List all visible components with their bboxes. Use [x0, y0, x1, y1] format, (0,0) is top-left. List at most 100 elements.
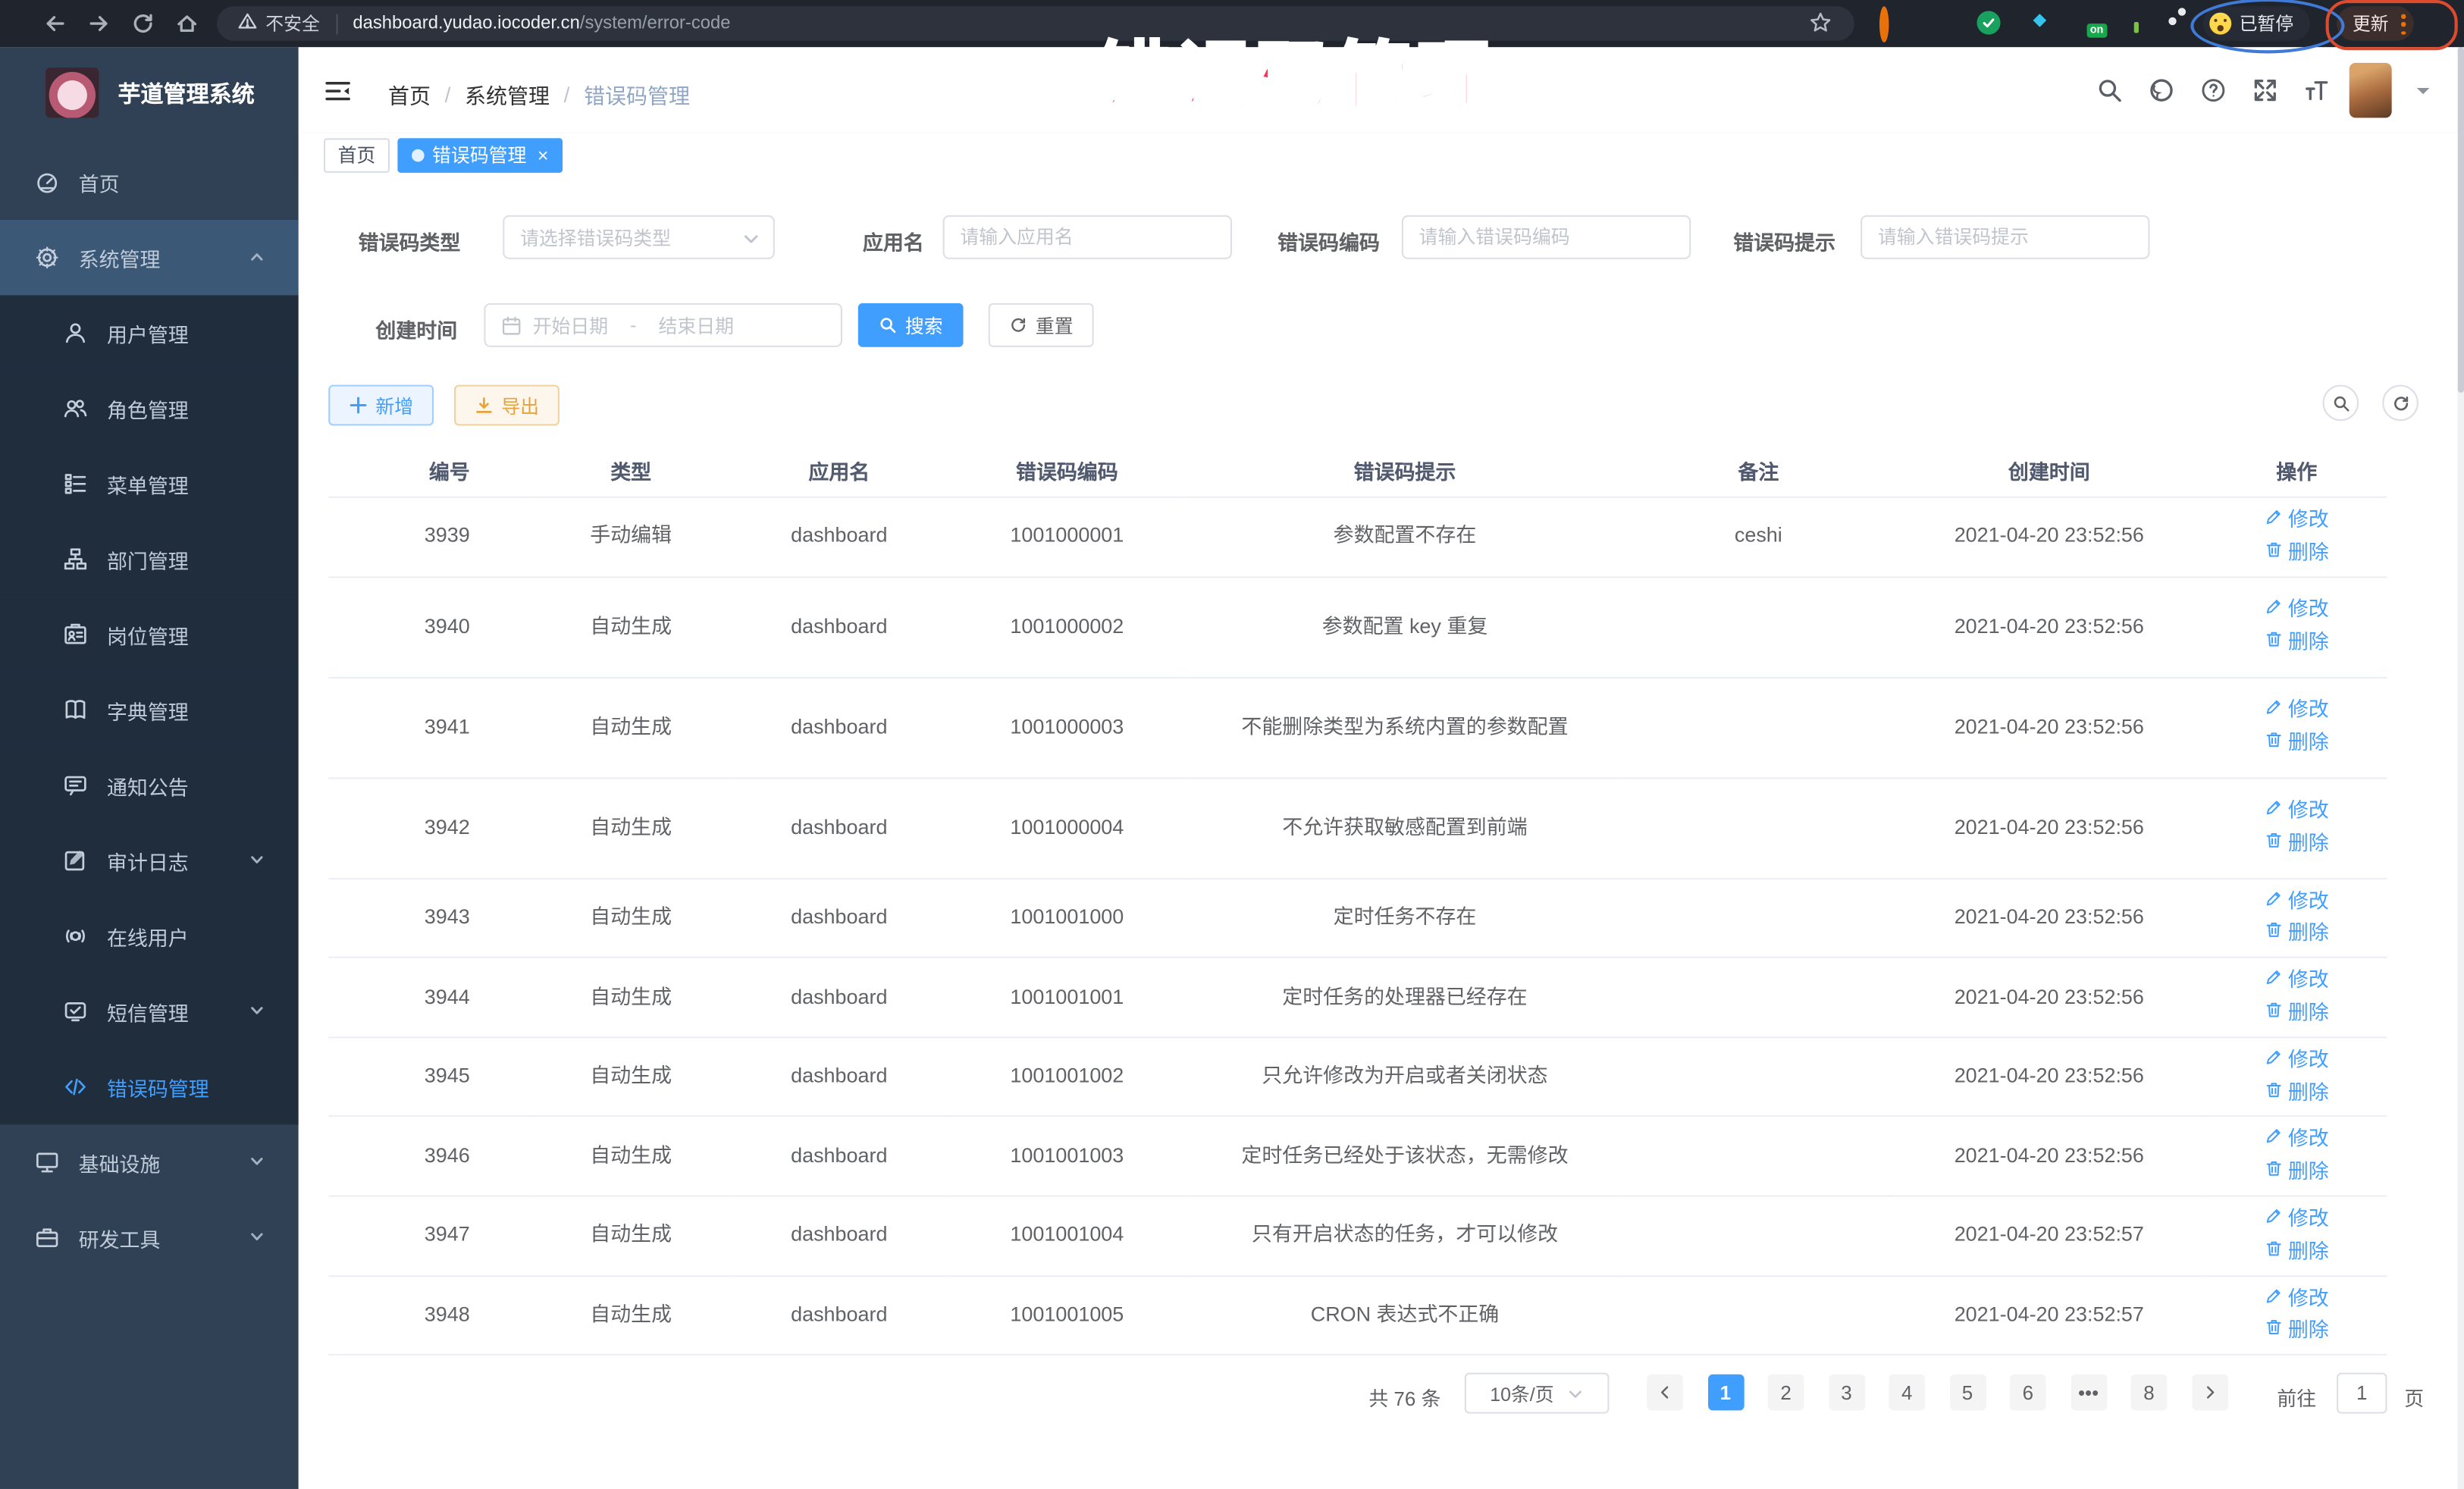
extension-puzzle-icon[interactable] [2168, 11, 2193, 36]
sidebar-item-system[interactable]: 系统管理 [0, 220, 299, 295]
edit-link[interactable]: 修改 [2265, 694, 2329, 727]
browser-reload-icon[interactable] [130, 11, 155, 36]
error-code-input[interactable] [1402, 215, 1691, 259]
sidebar-item-post[interactable]: 岗位管理 [0, 597, 299, 672]
sidebar-item-home[interactable]: 首页 [0, 145, 299, 220]
browser-home-icon[interactable] [174, 11, 199, 36]
goto-page-input[interactable] [2337, 1373, 2387, 1414]
export-button[interactable]: 导出 [454, 385, 560, 426]
security-warning[interactable]: 不安全 [237, 11, 320, 36]
sidebar-item-error-code[interactable]: 错误码管理 [0, 1049, 299, 1124]
page-size-select[interactable]: 10条/页 [1465, 1373, 1610, 1414]
browser-forward-icon[interactable] [86, 11, 111, 36]
search-button[interactable]: 搜索 [858, 303, 964, 347]
page-button-8[interactable]: 8 [2131, 1375, 2168, 1411]
delete-link[interactable]: 删除 [2265, 1236, 2329, 1268]
sidebar-toggle-icon[interactable] [324, 77, 352, 105]
sidebar-item-dict[interactable]: 字典管理 [0, 672, 299, 748]
edit-link[interactable]: 修改 [2265, 1124, 2329, 1156]
profile-paused-badge[interactable]: 已暂停 [2203, 6, 2309, 41]
github-icon[interactable] [2148, 77, 2174, 104]
extension-key-icon[interactable] [2124, 11, 2149, 36]
extension-blue-diamond-icon[interactable] [2027, 11, 2052, 36]
edit-link[interactable]: 修改 [2265, 1044, 2329, 1077]
table-row[interactable]: 3947自动生成dashboard1001001004只有开启状态的任务，才可以… [328, 1196, 2387, 1276]
bookmark-star-icon[interactable] [1809, 11, 1832, 39]
breadcrumb-home[interactable]: 首页 [388, 79, 431, 110]
delete-link[interactable]: 删除 [2265, 997, 2329, 1030]
edit-link[interactable]: 修改 [2265, 1283, 2329, 1315]
table-row[interactable]: 3941自动生成dashboard1001000003不能删除类型为系统内置的参… [328, 677, 2387, 778]
sidebar-item-user[interactable]: 用户管理 [0, 295, 299, 370]
sidebar-item-role[interactable]: 角色管理 [0, 371, 299, 446]
edit-link[interactable]: 修改 [2265, 886, 2329, 918]
page-button-1[interactable]: 1 [1707, 1375, 1744, 1411]
page-button-5[interactable]: 5 [1949, 1375, 1986, 1411]
browser-menu-dots-icon[interactable] [2401, 14, 2406, 35]
edit-link[interactable]: 修改 [2265, 504, 2329, 537]
tag-error-code[interactable]: 错误码管理 × [397, 137, 563, 172]
page-more-button[interactable]: ••• [2071, 1375, 2107, 1411]
sidebar-item-menu[interactable]: 菜单管理 [0, 446, 299, 521]
font-size-icon[interactable] [2304, 77, 2331, 104]
table-row[interactable]: 3945自动生成dashboard1001001002只允许修改为开启或者关闭状… [328, 1037, 2387, 1117]
help-icon[interactable] [2200, 77, 2227, 104]
table-row[interactable]: 3939手动编辑dashboard1001000001参数配置不存在ceshi2… [328, 497, 2387, 577]
table-row[interactable]: 3948自动生成dashboard1001001005CRON 表达式不正确20… [328, 1275, 2387, 1355]
user-avatar[interactable] [2350, 63, 2392, 118]
browser-back-icon[interactable] [42, 11, 67, 36]
extension-orange-icon[interactable] [1879, 11, 1904, 36]
edit-link[interactable]: 修改 [2265, 964, 2329, 997]
delete-link[interactable]: 删除 [2265, 1315, 2329, 1348]
delete-link[interactable]: 删除 [2265, 918, 2329, 951]
sidebar-item-online-user[interactable]: 在线用户 [0, 898, 299, 973]
edit-link[interactable]: 修改 [2265, 594, 2329, 627]
sidebar-item-audit-log[interactable]: 审计日志 [0, 823, 299, 898]
error-msg-input[interactable] [1861, 215, 2149, 259]
address-bar[interactable]: 不安全 dashboard.yudao.iocoder.cn/system/er… [217, 6, 1854, 41]
avatar-caret-icon[interactable] [2417, 88, 2430, 101]
edit-link[interactable]: 修改 [2265, 1203, 2329, 1236]
extension-green-check-icon[interactable] [1977, 11, 2002, 36]
table-row[interactable]: 3943自动生成dashboard1001001000定时任务不存在2021-0… [328, 878, 2387, 958]
tag-home[interactable]: 首页 [324, 137, 390, 172]
delete-link[interactable]: 删除 [2265, 627, 2329, 660]
page-button-3[interactable]: 3 [1829, 1375, 1865, 1411]
table-row[interactable]: 3942自动生成dashboard1001000004不允许获取敏感配置到前端2… [328, 778, 2387, 879]
error-type-select[interactable]: 请选择错误码类型 [503, 215, 775, 259]
table-row[interactable]: 3940自动生成dashboard1001000002参数配置 key 重复20… [328, 577, 2387, 678]
sidebar-item-infra[interactable]: 基础设施 [0, 1124, 299, 1199]
edit-link[interactable]: 修改 [2265, 795, 2329, 828]
scrollbar-thumb[interactable] [2458, 47, 2464, 393]
delete-link[interactable]: 删除 [2265, 727, 2329, 760]
table-row[interactable]: 3944自动生成dashboard1001001001定时任务的处理器已经存在2… [328, 958, 2387, 1037]
date-range-picker[interactable]: 开始日期 - 结束日期 [484, 303, 842, 347]
search-icon[interactable] [2096, 77, 2123, 104]
page-button-2[interactable]: 2 [1768, 1375, 1804, 1411]
close-tab-icon[interactable]: × [538, 146, 549, 165]
reset-button[interactable]: 重置 [989, 303, 1094, 347]
page-button-6[interactable]: 6 [2010, 1375, 2046, 1411]
table-row[interactable]: 3946自动生成dashboard1001001003定时任务已经处于该状态，无… [328, 1117, 2387, 1196]
delete-link[interactable]: 删除 [2265, 828, 2329, 860]
browser-update-button[interactable]: 更新 [2337, 6, 2414, 41]
app-name-input[interactable] [943, 215, 1232, 259]
sidebar-item-devtools[interactable]: 研发工具 [0, 1200, 299, 1275]
delete-link[interactable]: 删除 [2265, 1156, 2329, 1189]
prev-page-button[interactable] [1647, 1375, 1683, 1411]
add-button[interactable]: 新增 [328, 385, 434, 426]
delete-link[interactable]: 删除 [2265, 537, 2329, 569]
sidebar-item-notice[interactable]: 通知公告 [0, 748, 299, 823]
sidebar-logo[interactable]: 芋道管理系统 [0, 47, 299, 138]
sidebar-item-sms[interactable]: 短信管理 [0, 973, 299, 1049]
show-search-toggle-button[interactable] [2322, 385, 2359, 422]
next-page-button[interactable] [2191, 1375, 2227, 1411]
delete-link[interactable]: 删除 [2265, 1077, 2329, 1109]
fullscreen-icon[interactable] [2252, 77, 2278, 104]
sidebar-item-dept[interactable]: 部门管理 [0, 522, 299, 597]
extension-gem-icon[interactable] [1930, 11, 1955, 36]
breadcrumb-system[interactable]: 系统管理 [465, 79, 550, 110]
refresh-table-button[interactable] [2382, 385, 2419, 422]
extension-grid-icon[interactable]: on [2077, 11, 2102, 36]
page-button-4[interactable]: 4 [1889, 1375, 1925, 1411]
